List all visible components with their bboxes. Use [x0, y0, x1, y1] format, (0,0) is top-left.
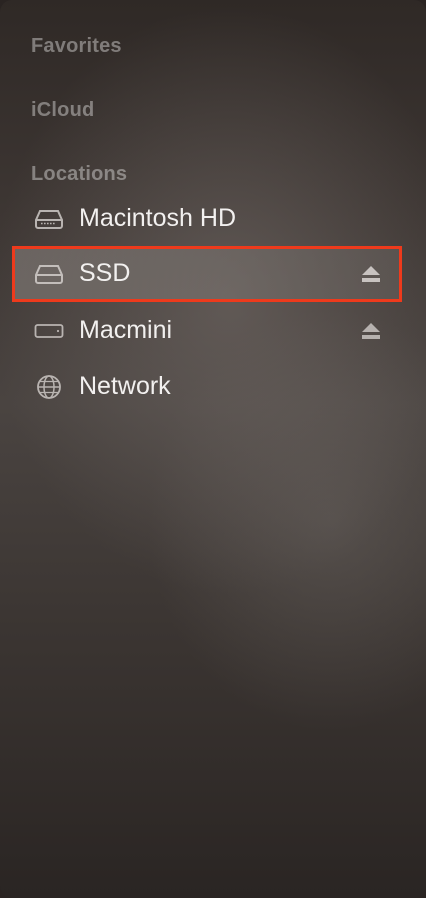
sidebar-item-network[interactable]: Network	[12, 359, 402, 415]
section-icloud[interactable]: iCloud	[31, 99, 94, 122]
sidebar-item-macintosh-hd[interactable]: Macintosh HD	[12, 191, 402, 247]
sidebar-item-label: SSD	[79, 259, 131, 287]
sidebar-item-label: Macintosh HD	[79, 204, 236, 232]
sidebar-item-label: Network	[79, 372, 171, 400]
finder-sidebar: Favorites iCloud Locations Macintosh HD …	[0, 0, 426, 898]
sidebar-item-ssd[interactable]: SSD	[12, 246, 402, 302]
globe-icon	[34, 375, 64, 399]
external-drive-icon	[34, 262, 64, 286]
sidebar-item-macmini[interactable]: Macmini	[12, 303, 402, 359]
eject-icon[interactable]	[360, 264, 382, 284]
sidebar-item-label: Macmini	[79, 316, 173, 344]
section-locations[interactable]: Locations	[31, 163, 127, 186]
section-favorites[interactable]: Favorites	[31, 35, 122, 58]
network-computer-icon	[34, 319, 64, 343]
eject-icon[interactable]	[360, 321, 382, 341]
internal-drive-icon	[34, 207, 64, 231]
